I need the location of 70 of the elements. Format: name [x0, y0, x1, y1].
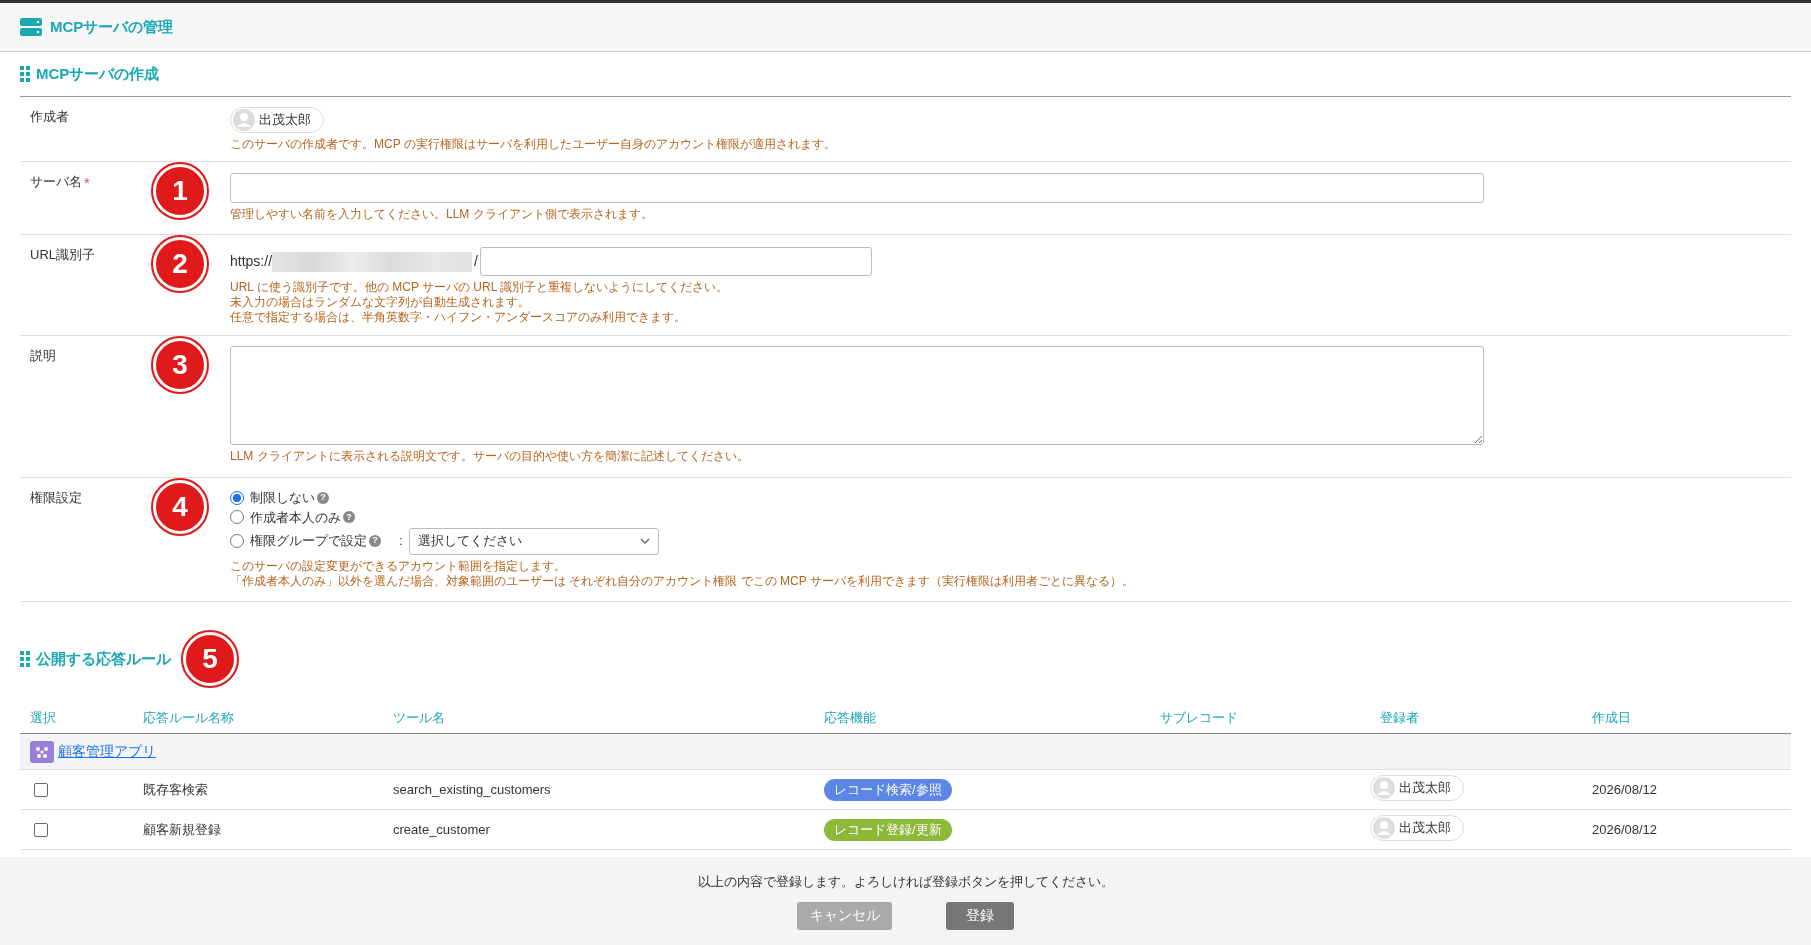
option-label: 権限グループで設定: [250, 532, 367, 551]
chevron-down-icon: [639, 538, 650, 544]
field-label: サーバ名: [30, 173, 82, 191]
cancel-button[interactable]: キャンセル: [797, 901, 892, 930]
function-tag: レコード登録/更新: [824, 818, 952, 841]
user-chip: 出茂太郎: [230, 107, 324, 133]
table-cell: 顧客新規登録: [143, 821, 221, 837]
url-prefix: https://: [230, 252, 273, 271]
section-title: MCPサーバの作成: [36, 63, 160, 84]
field-label: 権限設定: [30, 489, 82, 507]
number-badge: 5: [183, 632, 237, 686]
option-label: 作成者本人のみ: [250, 508, 341, 527]
hint-text: 任意で指定する場合は、半角英数字・ハイフン・アンダースコアのみ利用できます。: [230, 310, 687, 325]
page-title: MCPサーバの管理: [50, 16, 174, 37]
table-cell: 既存客検索: [143, 781, 208, 797]
identifier-field[interactable]: [479, 247, 872, 276]
hint-text: 未入力の場合はランダムな文字列が自動生成されます。: [230, 295, 531, 310]
column-header: 選択: [30, 709, 56, 725]
column-header: 応答ルール名称: [143, 709, 234, 725]
field-label: 説明: [30, 347, 56, 365]
column-header: ツール名: [393, 709, 445, 725]
text-field[interactable]: [230, 173, 1484, 203]
radio-button[interactable]: [230, 490, 244, 505]
help-icon[interactable]: ?: [343, 511, 355, 524]
separator-text: :: [399, 532, 403, 551]
hint-text: このサーバの設定変更ができるアカウント範囲を指定します。: [230, 559, 567, 574]
number-badge: 2: [153, 237, 207, 291]
table-cell: create_customer: [393, 821, 490, 837]
register-button[interactable]: 登録: [946, 901, 1014, 930]
function-tag: レコード検索/参照: [824, 778, 952, 801]
app-icon: [30, 740, 54, 763]
number-badge: 3: [153, 338, 207, 392]
hint-text: URL に使う識別子です。他の MCP サーバの URL 識別子と重複しないようにしてください。: [230, 280, 730, 295]
app-link[interactable]: 顧客管理アプリ: [58, 741, 156, 762]
server-icon: [20, 18, 42, 36]
column-header: 作成日: [1592, 709, 1631, 725]
hint-text: LLM クライアントに表示される説明文です。サーバの目的や使い方を簡潔に記述してください。: [230, 449, 750, 464]
number-badge: 4: [153, 480, 207, 534]
column-header: サブレコード: [1160, 709, 1238, 725]
avatar-icon: [1373, 776, 1395, 799]
checkbox[interactable]: [34, 822, 48, 837]
table-cell: 2026/08/12: [1592, 781, 1658, 797]
required-mark: *: [84, 173, 90, 193]
permission-dropdown[interactable]: 選択してください: [408, 527, 659, 555]
url-separator: /: [474, 252, 478, 271]
section-title: 公開する応答ルール: [36, 648, 171, 669]
radio-button[interactable]: [230, 534, 244, 548]
hint-text: このサーバの作成者です。MCP の実行権限はサーバを利用したユーザー自身のアカウント権限が適用されます。: [230, 137, 837, 152]
table-cell: 2026/08/12: [1592, 821, 1658, 837]
checkbox[interactable]: [34, 782, 48, 797]
avatar-icon: [1373, 816, 1395, 839]
help-icon[interactable]: ?: [317, 491, 329, 504]
grip-icon: [20, 651, 30, 667]
avatar-icon: [233, 109, 255, 131]
hint-text: 「作成者本人のみ」以外を選んだ場合、対象範囲のユーザーは それぞれ自分のアカウント権限 でこの MCP サーバを利用できます（実行権限は利用者ごとに異なる）。: [230, 574, 1135, 589]
column-header: 登録者: [1380, 709, 1419, 725]
hint-text: 管理しやすい名前を入力してください。LLM クライアント側で表示されます。: [230, 207, 654, 222]
table-cell: search_existing_customers: [393, 781, 551, 797]
number-badge: 1: [153, 164, 207, 218]
user-chip: 出茂太郎: [1370, 814, 1464, 841]
radio-button[interactable]: [230, 510, 244, 525]
field-label: URL識別子: [30, 246, 95, 264]
description-field[interactable]: [230, 346, 1484, 445]
confirmation-message: 以上の内容で登録します。よろしければ登録ボタンを押してください。: [697, 873, 1114, 892]
help-icon[interactable]: ?: [369, 535, 381, 547]
column-header: 応答機能: [824, 709, 876, 725]
option-label: 制限しない: [250, 489, 315, 507]
user-chip: 出茂太郎: [1370, 774, 1464, 801]
field-label: 作成者: [30, 108, 69, 126]
grip-icon: [20, 66, 30, 82]
